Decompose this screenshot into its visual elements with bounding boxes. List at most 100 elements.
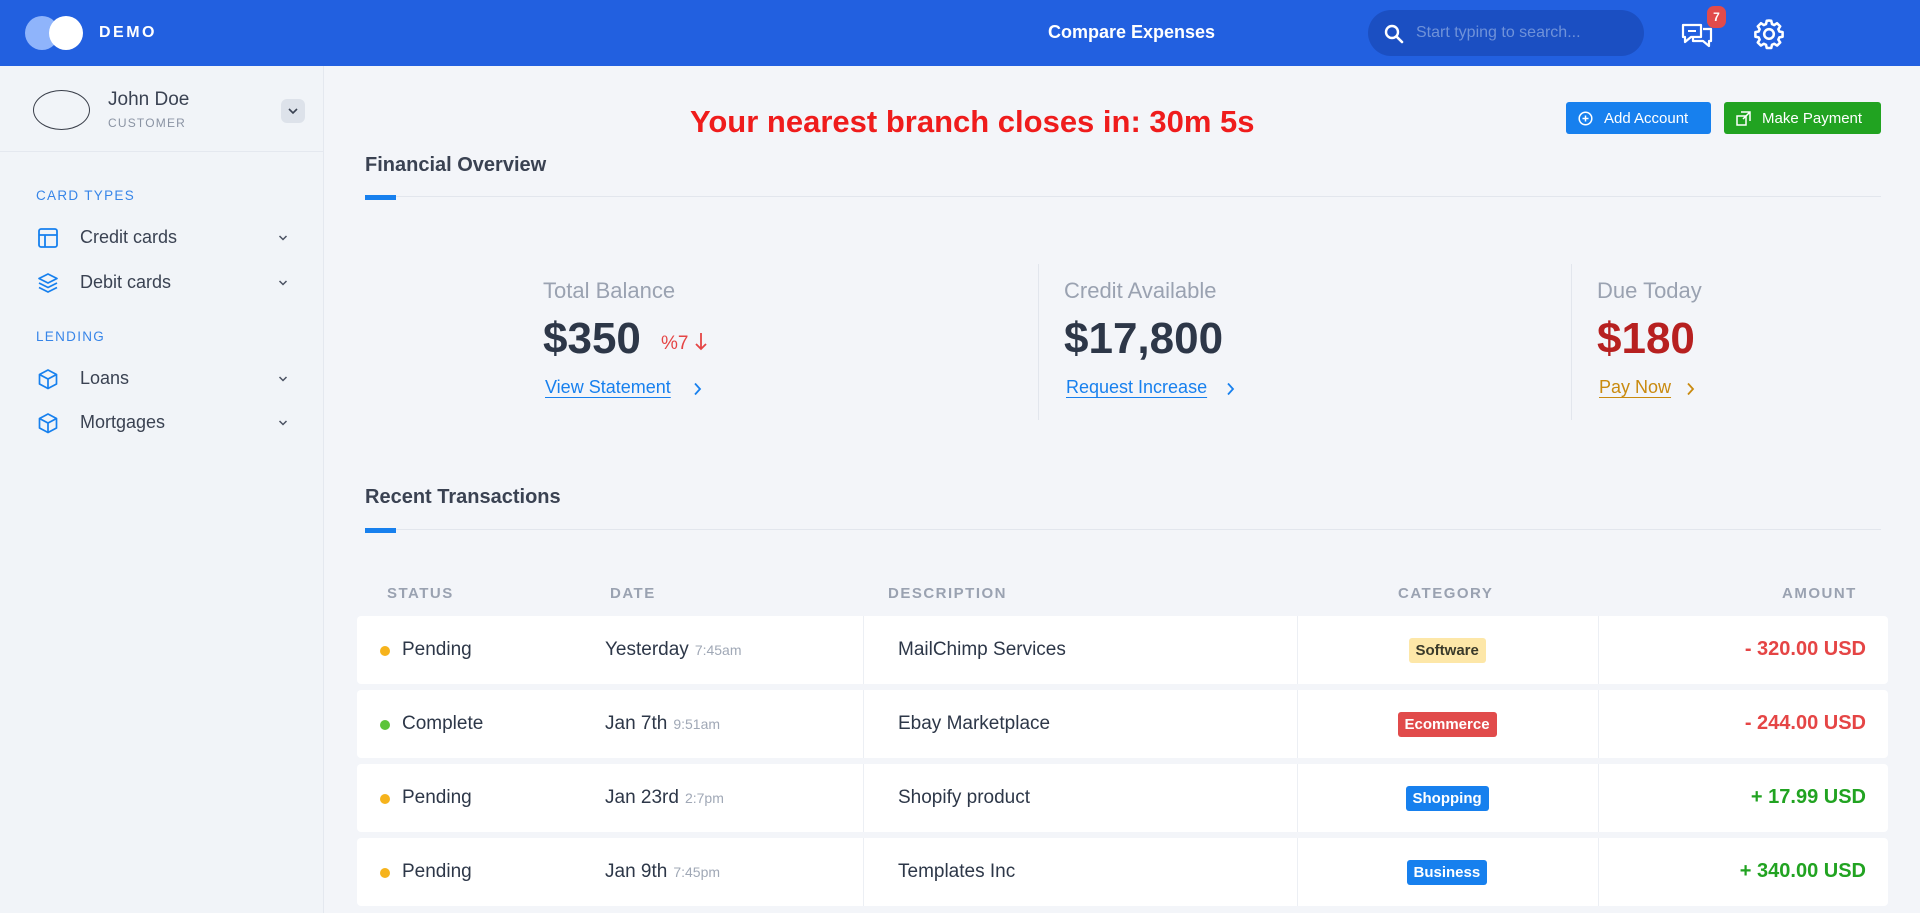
amount-text: + 340.00 USD xyxy=(1739,860,1866,882)
chevron-right-icon[interactable] xyxy=(693,382,703,396)
add-account-label: Add Account xyxy=(1604,110,1689,127)
cell-divider xyxy=(1297,690,1298,758)
logo[interactable] xyxy=(25,16,83,50)
top-bar: DEMO Compare Expenses 7 xyxy=(0,0,1920,66)
date-text: Jan 7th xyxy=(605,713,668,734)
sidebar-item-credit-cards[interactable]: Credit cards xyxy=(0,218,324,258)
status-dot xyxy=(380,646,390,656)
pay-now-link[interactable]: Pay Now xyxy=(1599,377,1671,398)
time-text: 7:45am xyxy=(694,642,742,658)
credit-available-value: $17,800 xyxy=(1064,314,1224,363)
column-header-category[interactable]: CATEGORY xyxy=(1398,585,1493,602)
category-badge: Business xyxy=(1406,860,1488,885)
add-account-button[interactable]: Add Account xyxy=(1566,102,1711,134)
table-row[interactable]: Pending Jan 9th 7:45pm Templates Inc Busi… xyxy=(357,838,1888,906)
sidebar-item-debit-cards[interactable]: Debit cards xyxy=(0,263,324,303)
cell-divider xyxy=(1297,616,1298,684)
chevron-down-icon xyxy=(288,108,298,115)
amount-text: + 17.99 USD xyxy=(1750,786,1866,808)
status-text: Pending xyxy=(402,787,472,808)
avatar[interactable] xyxy=(33,90,90,130)
cell-divider xyxy=(1598,616,1599,684)
chevron-right-icon[interactable] xyxy=(1686,382,1696,396)
description-text: MailChimp Services xyxy=(898,639,1066,660)
gear-icon[interactable] xyxy=(1752,17,1786,51)
view-statement-link[interactable]: View Statement xyxy=(545,377,671,398)
notification-badge: 7 xyxy=(1707,6,1726,28)
chevron-down-icon xyxy=(278,376,288,382)
due-today-value: $180 xyxy=(1597,314,1695,363)
search-input[interactable] xyxy=(1416,10,1634,56)
sidebar-item-label: Debit cards xyxy=(80,272,172,292)
nav-group-card-types: CARD TYPES xyxy=(36,188,136,203)
chevron-right-icon[interactable] xyxy=(1226,382,1236,396)
sidebar-item-label: Credit cards xyxy=(80,227,178,247)
search-box[interactable] xyxy=(1368,10,1644,56)
table-row[interactable]: Complete Jan 7th 9:51am Ebay Marketplace … xyxy=(357,690,1888,758)
arrow-down-icon xyxy=(695,333,707,351)
box-icon xyxy=(38,413,58,434)
status-text: Complete xyxy=(402,713,484,734)
total-balance-value: $350 xyxy=(543,314,641,363)
description-text: Ebay Marketplace xyxy=(898,713,1051,734)
layers-icon xyxy=(38,273,58,293)
status-text: Pending xyxy=(402,639,472,660)
date-text: Yesterday xyxy=(605,639,689,660)
sidebar-item-label: Loans xyxy=(80,368,130,388)
category-badge: Shopping xyxy=(1405,786,1489,811)
make-payment-label: Make Payment xyxy=(1762,110,1863,127)
stat-divider xyxy=(1038,264,1039,420)
status-dot xyxy=(380,868,390,878)
plus-circle-icon xyxy=(1578,111,1593,126)
section-accent xyxy=(365,528,396,533)
chevron-down-icon xyxy=(278,420,288,426)
nav-group-lending: LENDING xyxy=(36,329,106,344)
sidebar-item-loans[interactable]: Loans xyxy=(0,359,324,399)
cell-divider xyxy=(1598,838,1599,906)
credit-available-label: Credit Available xyxy=(1064,278,1217,303)
cell-divider xyxy=(1297,838,1298,906)
column-header-status[interactable]: STATUS xyxy=(387,585,454,602)
category-badge: Ecommerce xyxy=(1397,712,1497,737)
column-header-amount[interactable]: AMOUNT xyxy=(1782,585,1857,602)
sidebar-item-label: Mortgages xyxy=(80,412,166,432)
cell-divider xyxy=(863,764,864,832)
description-text: Templates Inc xyxy=(898,861,1016,882)
sidebar-item-mortgages[interactable]: Mortgages xyxy=(0,403,324,443)
user-menu-toggle[interactable] xyxy=(281,99,305,123)
page-title: Compare Expenses xyxy=(1048,22,1216,42)
amount-text: - 320.00 USD xyxy=(1744,638,1866,660)
user-name: John Doe xyxy=(108,89,190,110)
total-balance-label: Total Balance xyxy=(543,278,676,303)
request-increase-link[interactable]: Request Increase xyxy=(1066,377,1207,398)
cell-divider xyxy=(1297,764,1298,832)
cell-divider xyxy=(863,616,864,684)
balance-change-value: %7 xyxy=(661,333,689,354)
date-cell: Jan 7th 9:51am xyxy=(605,713,720,735)
search-icon xyxy=(1384,24,1404,44)
table-row[interactable]: Pending Jan 23rd 2:7pm Shopify product Sh… xyxy=(357,764,1888,832)
chevron-down-icon xyxy=(278,235,288,241)
cell-divider xyxy=(863,838,864,906)
recent-transactions-title: Recent Transactions xyxy=(365,486,561,508)
column-header-description[interactable]: DESCRIPTION xyxy=(888,585,1007,602)
date-cell: Yesterday 7:45am xyxy=(605,639,742,661)
balance-change: %7 xyxy=(661,332,708,355)
make-payment-button[interactable]: Make Payment xyxy=(1724,102,1881,134)
date-cell: Jan 23rd 2:7pm xyxy=(605,787,724,809)
branch-closing-notice: Your nearest branch closes in: 30m 5s xyxy=(690,104,1255,139)
user-role: CUSTOMER xyxy=(108,116,187,130)
date-text: Jan 9th xyxy=(605,861,668,882)
cell-divider xyxy=(1598,690,1599,758)
column-header-date[interactable]: DATE xyxy=(610,585,656,602)
brand-name: DEMO xyxy=(99,24,157,41)
description-text: Shopify product xyxy=(898,787,1031,808)
time-text: 2:7pm xyxy=(684,790,724,806)
date-cell: Jan 9th 7:45pm xyxy=(605,861,720,883)
external-link-icon xyxy=(1736,111,1751,126)
chevron-down-icon xyxy=(278,280,288,286)
section-divider xyxy=(365,529,1881,530)
financial-overview-title: Financial Overview xyxy=(365,154,547,176)
table-row[interactable]: Pending Yesterday 7:45am MailChimp Servic… xyxy=(357,616,1888,684)
sidebar: John Doe CUSTOMER CARD TYPES Credit card… xyxy=(0,66,324,913)
